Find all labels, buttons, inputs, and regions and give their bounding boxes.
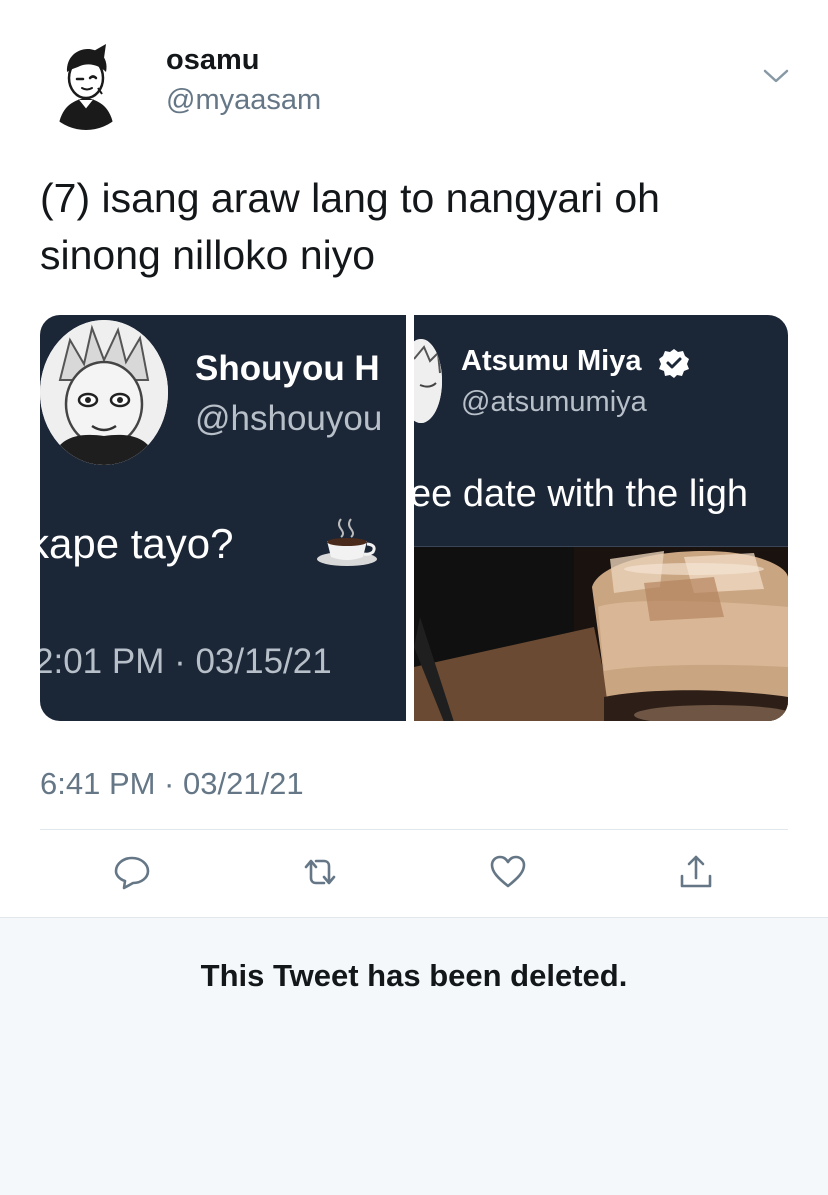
embedded-tweet-text: ee date with the ligh xyxy=(414,473,749,515)
embedded-avatar xyxy=(414,339,442,423)
tweet-media-grid[interactable]: Shouyou H @hshouyou kape tayo? 2:01 PM ·… xyxy=(40,315,788,721)
action-bar-divider xyxy=(40,829,788,830)
embedded-timestamp: 2:01 PM · 03/15/21 xyxy=(40,642,332,681)
retweet-icon[interactable] xyxy=(298,850,342,894)
chevron-down-icon[interactable] xyxy=(762,66,790,86)
embedded-display-name: Atsumu Miya xyxy=(461,345,642,377)
tweet-text: (7) isang araw lang to nangyari oh sinon… xyxy=(40,170,760,284)
tweet-text-line: sinong nilloko niyo xyxy=(40,232,376,278)
hot-coffee-icon xyxy=(317,518,377,566)
media-image-right[interactable]: Atsumu Miya @atsumumiya ee date with the… xyxy=(414,315,788,721)
tweet-card: osamu @myaasam (7) isang araw lang to na… xyxy=(0,0,828,918)
author-display-name[interactable]: osamu xyxy=(166,44,259,77)
embedded-handle: @atsumumiya xyxy=(461,386,647,418)
deleted-tweet-notice: This Tweet has been deleted. xyxy=(200,958,628,993)
embedded-handle: @hshouyou xyxy=(195,399,383,438)
reply-icon[interactable] xyxy=(110,850,154,894)
anime-portrait-icon xyxy=(40,320,168,465)
embedded-avatar xyxy=(40,320,168,465)
embedded-display-name: Shouyou H xyxy=(195,349,380,388)
iced-coffee-photo xyxy=(414,546,788,721)
anime-portrait-icon xyxy=(414,339,442,423)
tweet-timestamp: 6:41 PM · 03/21/21 xyxy=(40,766,304,801)
media-image-left[interactable]: Shouyou H @hshouyou kape tayo? 2:01 PM ·… xyxy=(40,315,406,721)
author-handle[interactable]: @myaasam xyxy=(166,84,321,117)
heart-icon[interactable] xyxy=(486,850,530,894)
deleted-tweet-placeholder: This Tweet has been deleted. xyxy=(0,918,828,1195)
share-icon[interactable] xyxy=(674,850,718,894)
tweet-text-line: (7) isang araw lang to nangyari oh xyxy=(40,175,660,221)
embedded-tweet-text: kape tayo? xyxy=(40,520,234,567)
avatar-illustration-icon xyxy=(40,38,132,130)
author-avatar[interactable] xyxy=(40,38,132,130)
iced-coffee-drink-icon xyxy=(414,547,788,721)
media-divider xyxy=(406,315,414,721)
verified-badge-icon xyxy=(659,349,689,378)
